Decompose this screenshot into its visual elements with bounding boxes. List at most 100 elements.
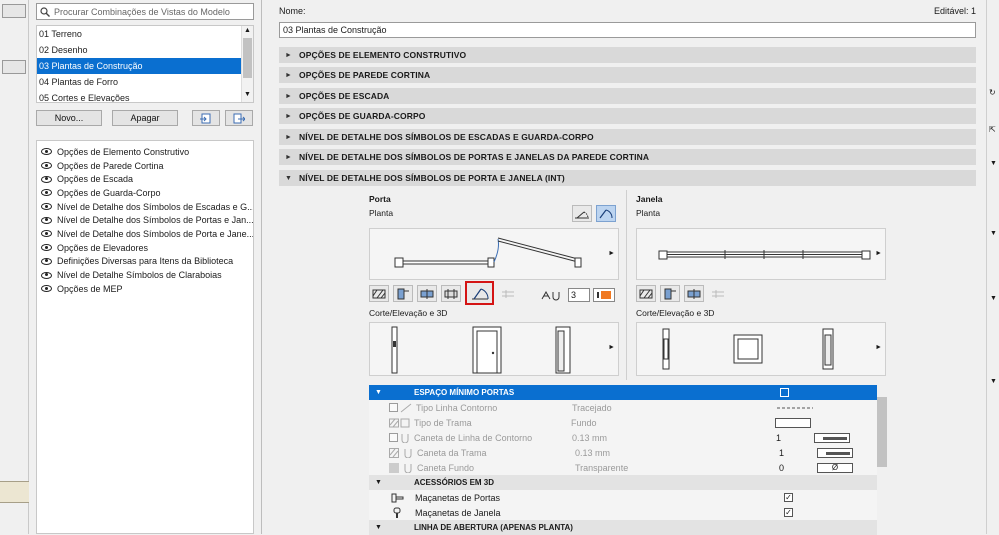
table-scrollbar-thumb[interactable] [877, 397, 887, 467]
delete-button[interactable]: Apagar [112, 110, 178, 126]
chevron-right-icon: ► [285, 51, 293, 59]
opening-count-input[interactable]: 3 [568, 288, 590, 302]
transparent-swatch[interactable]: Ø [817, 462, 853, 473]
section-header[interactable]: ► OPÇÕES DE ELEMENTO CONSTRUTIVO [279, 47, 976, 63]
option-item[interactable]: Nível de Detalhe dos Símbolos de Porta e… [37, 227, 253, 241]
section-header[interactable]: ► NÍVEL DE DETALHE DOS SÍMBOLOS DE ESCADA… [279, 129, 976, 145]
toolbar-icon[interactable] [2, 60, 26, 74]
pen-swatch[interactable] [814, 432, 850, 443]
door-handles-checkbox[interactable]: ✓ [784, 493, 793, 502]
chevron-right-icon: ► [285, 71, 293, 79]
window-handles-checkbox[interactable]: ✓ [784, 508, 793, 517]
properties-table: ▼ ESPAÇO MÍNIMO PORTAS Tipo Linha Contor… [369, 385, 877, 535]
eye-icon[interactable] [41, 189, 52, 197]
table-row[interactable]: Tipo de Trama Fundo [369, 415, 877, 430]
symbol-style-4[interactable] [708, 285, 728, 302]
table-row[interactable]: Maçanetas de Portas ✓ [369, 490, 877, 505]
toolbar-icon[interactable] [2, 4, 26, 18]
chevron-down-icon[interactable]: ▼ [990, 295, 997, 302]
eye-icon[interactable] [41, 230, 52, 238]
eye-icon[interactable] [41, 285, 52, 293]
option-item[interactable]: Opções de Parede Cortina [37, 159, 253, 173]
eye-icon[interactable] [41, 162, 52, 170]
section-header[interactable]: ► OPÇÕES DE GUARDA-CORPO [279, 108, 976, 124]
list-item[interactable]: 04 Plantas de Forro [37, 74, 253, 90]
preview-next-icon[interactable]: ► [875, 344, 882, 351]
section-header[interactable]: ► OPÇÕES DE PAREDE CORTINA [279, 67, 976, 83]
new-button[interactable]: Novo... [36, 110, 102, 126]
scroll-up-icon[interactable]: ▲ [244, 27, 251, 34]
fill-swatch[interactable] [775, 417, 811, 428]
section-header-expanded[interactable]: ▼ NÍVEL DE DETALHE DOS SÍMBOLOS DE PORTA … [279, 170, 976, 186]
symbol-style-3[interactable] [417, 285, 437, 302]
table-row[interactable]: Tipo Linha Contorno Tracejado [369, 400, 877, 415]
scrollbar[interactable]: ▲ ▼ [241, 26, 253, 102]
symbol-style-1[interactable] [636, 285, 656, 302]
chevron-down-icon[interactable]: ▼ [990, 160, 997, 167]
import-button[interactable] [192, 110, 220, 126]
table-row[interactable]: Caneta da Trama 0.13 mm 1 [369, 445, 877, 460]
preview-next-icon[interactable]: ► [608, 250, 615, 257]
option-item[interactable]: Nível de Detalhe dos Símbolos de Escadas… [37, 200, 253, 214]
symbol-style-6[interactable] [498, 285, 518, 302]
table-group-header[interactable]: ▼ ACESSÓRIOS EM 3D [369, 475, 877, 490]
option-item[interactable]: Opções de Elevadores [37, 241, 253, 255]
eye-icon[interactable] [41, 216, 52, 224]
name-input[interactable]: 03 Plantas de Construção [279, 22, 976, 38]
symbol-style-2[interactable] [393, 285, 413, 302]
section-header[interactable]: ► NÍVEL DE DETALHE DOS SÍMBOLOS DE PORTAS… [279, 149, 976, 165]
option-item[interactable]: Definições Diversas para Itens da Biblio… [37, 255, 253, 269]
options-list[interactable]: Opções de Elemento Construtivo Opções de… [36, 140, 254, 534]
chevron-down-icon[interactable]: ▼ [990, 230, 997, 237]
symbol-style-1[interactable] [369, 285, 389, 302]
row-checkbox[interactable] [389, 403, 398, 412]
table-row[interactable]: Maçanetas de Janela ✓ [369, 505, 877, 520]
chevron-down-icon: ▼ [375, 479, 382, 486]
option-item[interactable]: Opções de Elemento Construtivo [37, 145, 253, 159]
pen-swatch[interactable] [817, 447, 853, 458]
arrow-icon[interactable]: ⇱ [989, 125, 996, 134]
list-item[interactable]: 05 Cortes e Elevações [37, 90, 253, 102]
chevron-down-icon: ▼ [375, 524, 382, 531]
option-item[interactable]: Opções de Escada [37, 172, 253, 186]
combinations-list[interactable]: 01 Terreno 02 Desenho 03 Plantas de Cons… [36, 25, 254, 103]
section-header[interactable]: ► OPÇÕES DE ESCADA [279, 88, 976, 104]
eye-icon[interactable] [41, 175, 52, 183]
eye-icon[interactable] [41, 271, 52, 279]
table-group-header[interactable]: ▼ LINHA DE ABERTURA (APENAS PLANTA) [369, 520, 877, 535]
color-swatch[interactable] [593, 288, 615, 302]
list-item-selected[interactable]: 03 Plantas de Construção [37, 58, 253, 74]
option-item[interactable]: Nível de Detalhe dos Símbolos de Portas … [37, 213, 253, 227]
row-checkbox[interactable] [389, 433, 398, 442]
eye-icon[interactable] [41, 203, 52, 211]
option-item[interactable]: Opções de MEP [37, 282, 253, 296]
preview-next-icon[interactable]: ► [875, 250, 882, 257]
search-field[interactable]: Procurar Combinações de Vistas do Modelo [36, 3, 254, 20]
symbol-style-2[interactable] [660, 285, 680, 302]
export-button[interactable] [225, 110, 253, 126]
symbol-swing-highlighted[interactable] [465, 281, 494, 305]
table-group-header[interactable]: ▼ ESPAÇO MÍNIMO PORTAS [369, 385, 877, 400]
group-checkbox[interactable] [780, 388, 789, 397]
chevron-down-icon[interactable]: ▼ [990, 378, 997, 385]
option-item[interactable]: Nível de Detalhe Símbolos de Claraboias [37, 268, 253, 282]
window-symbol-icon [664, 288, 676, 299]
list-item[interactable]: 01 Terreno [37, 26, 253, 42]
scrollbar-thumb[interactable] [243, 38, 252, 78]
eye-icon[interactable] [41, 244, 52, 252]
scroll-down-icon[interactable]: ▼ [244, 91, 251, 98]
door-plan-mode-b[interactable] [596, 205, 616, 222]
list-item[interactable]: 02 Desenho [37, 42, 253, 58]
table-row[interactable]: Caneta de Linha de Contorno 0.13 mm 1 [369, 430, 877, 445]
symbol-style-3[interactable] [684, 285, 704, 302]
table-row[interactable]: Caneta Fundo Transparente 0 Ø [369, 460, 877, 475]
fill-box-icon [389, 462, 399, 473]
arrow-icon[interactable]: ↻ [989, 88, 996, 97]
eye-icon[interactable] [41, 257, 52, 265]
preview-next-icon[interactable]: ► [608, 344, 615, 351]
door-plan-mode-a[interactable] [572, 205, 592, 222]
eye-icon[interactable] [41, 148, 52, 156]
symbol-style-4[interactable] [441, 285, 461, 302]
door-symbol-icon [444, 288, 458, 299]
option-item[interactable]: Opções de Guarda-Corpo [37, 186, 253, 200]
